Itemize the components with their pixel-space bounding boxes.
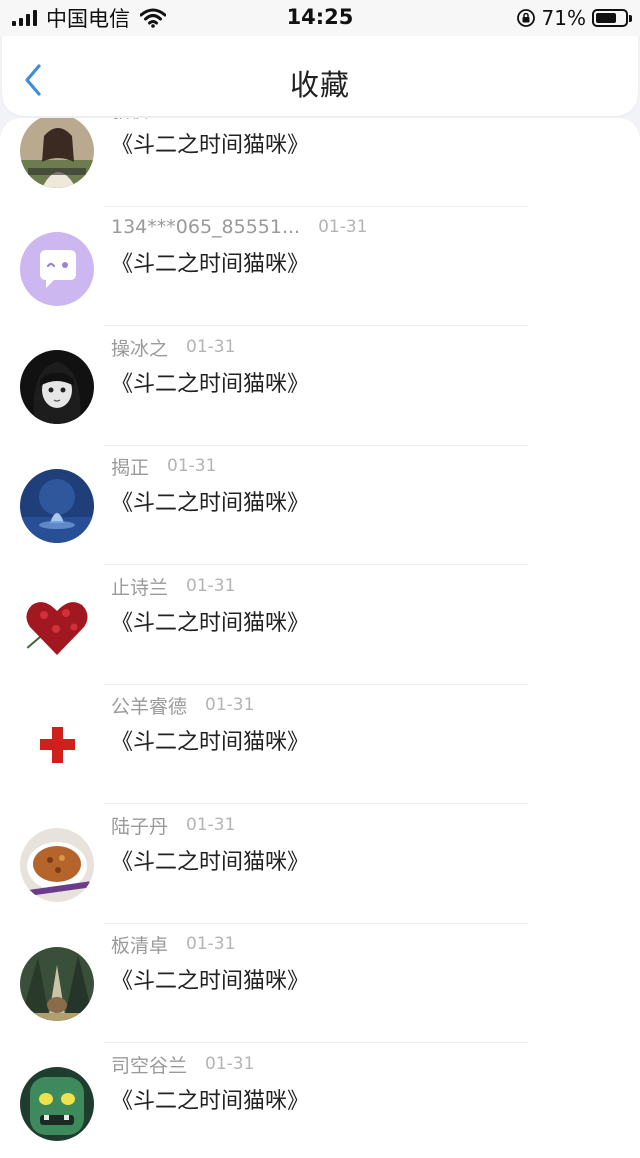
username: 司空谷兰 [111, 1054, 188, 1077]
item-meta: 板清卓 01-31 [111, 931, 235, 957]
list-item[interactable]: 揭正 01-31 《斗二之时间猫咪》 [0, 453, 640, 573]
collection-title: 《斗二之时间猫咪》 [111, 611, 310, 636]
date: 01-31 [205, 1054, 255, 1074]
item-meta: 公羊睿德 01-31 [111, 692, 254, 718]
collection-title: 《斗二之时间猫咪》 [111, 850, 310, 875]
collection-title: 《斗二之时间猫咪》 [111, 133, 310, 158]
date: 02-01 [167, 118, 216, 119]
list-item[interactable]: 操冰之 01-31 《斗二之时间猫咪》 [0, 334, 640, 454]
food-plate-avatar[interactable] [20, 828, 94, 902]
girl-photo-avatar[interactable] [20, 118, 94, 188]
forest-art-avatar[interactable] [20, 947, 94, 1021]
username: 公羊睿德 [111, 695, 188, 718]
collection-title: 《斗二之时间猫咪》 [111, 1089, 310, 1114]
username: 陆子丹 [111, 815, 169, 838]
date: 01-31 [186, 576, 236, 596]
water-drop-avatar[interactable] [20, 469, 94, 543]
divider [104, 445, 528, 446]
date: 01-31 [186, 934, 236, 954]
rose-heart-avatar[interactable] [20, 589, 94, 663]
status-right: 71% [516, 6, 632, 30]
item-meta: 貊帆 02-01 [111, 118, 216, 122]
username: 貊帆 [111, 118, 149, 123]
favorites-list: 貊帆 02-01 《斗二之时间猫咪》 134***065_85551... 01… [0, 118, 640, 1158]
list-item[interactable]: 板清卓 01-31 《斗二之时间猫咪》 [0, 931, 640, 1051]
battery-percent: 71% [541, 6, 586, 30]
status-bar: 中国电信 14:25 71% [0, 0, 640, 36]
username: 134***065_85551... [111, 216, 301, 238]
date: 01-31 [205, 695, 255, 715]
date: 01-31 [318, 217, 368, 237]
divider [104, 923, 528, 924]
collection-title: 《斗二之时间猫咪》 [111, 252, 310, 277]
list-item[interactable]: 司空谷兰 01-31 《斗二之时间猫咪》 [0, 1051, 640, 1158]
collection-title: 《斗二之时间猫咪》 [111, 491, 310, 516]
battery-icon [592, 9, 632, 27]
list-item[interactable]: 貊帆 02-01 《斗二之时间猫咪》 [0, 118, 640, 214]
item-meta: 止诗兰 01-31 [111, 573, 235, 599]
anime-girl-avatar[interactable] [20, 350, 94, 424]
username: 操冰之 [111, 337, 169, 360]
collection-title: 《斗二之时间猫咪》 [111, 730, 310, 755]
chat-bubble-avatar[interactable] [20, 232, 94, 306]
list-item[interactable]: 134***065_85551... 01-31 《斗二之时间猫咪》 [0, 214, 640, 334]
date: 01-31 [167, 456, 217, 476]
item-meta: 134***065_85551... 01-31 [111, 214, 368, 240]
username: 揭正 [111, 456, 150, 479]
divider [104, 803, 528, 804]
username: 止诗兰 [111, 576, 169, 599]
date: 01-31 [186, 337, 236, 357]
divider [104, 206, 528, 207]
username: 板清卓 [111, 934, 169, 957]
nav-bar: 收藏 [2, 36, 638, 116]
rotation-lock-icon [516, 9, 535, 27]
page-title: 收藏 [289, 68, 350, 102]
list-item[interactable]: 陆子丹 01-31 《斗二之时间猫咪》 [0, 812, 640, 932]
item-meta: 陆子丹 01-31 [111, 812, 235, 838]
item-meta: 揭正 01-31 [111, 453, 216, 479]
green-monster-avatar[interactable] [20, 1067, 94, 1141]
collection-title: 《斗二之时间猫咪》 [111, 969, 310, 994]
divider [104, 1042, 528, 1043]
item-meta: 操冰之 01-31 [111, 334, 235, 360]
item-meta: 司空谷兰 01-31 [111, 1051, 254, 1077]
collection-title: 《斗二之时间猫咪》 [111, 372, 310, 397]
date: 01-31 [186, 815, 236, 835]
divider [104, 684, 528, 685]
red-cross-avatar[interactable] [20, 708, 94, 782]
list-item[interactable]: 公羊睿德 01-31 《斗二之时间猫咪》 [0, 692, 640, 812]
divider [104, 564, 528, 565]
divider [104, 325, 528, 326]
list-item[interactable]: 止诗兰 01-31 《斗二之时间猫咪》 [0, 573, 640, 693]
